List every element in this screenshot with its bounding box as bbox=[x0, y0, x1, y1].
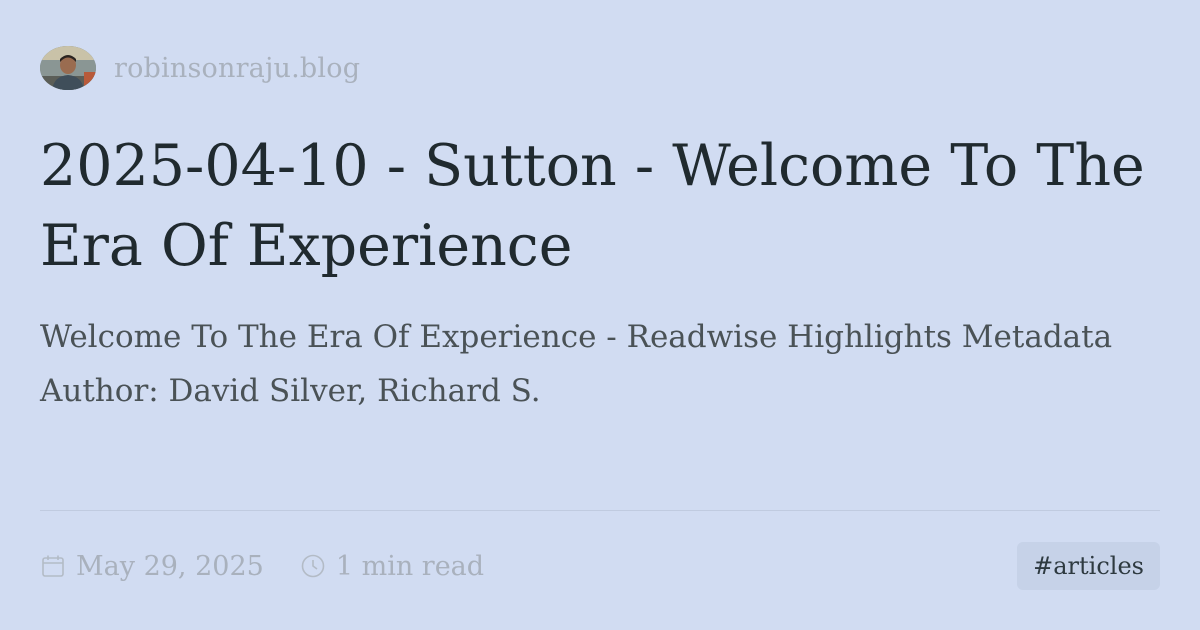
post-meta-footer: May 29, 2025 1 min read #articles bbox=[40, 540, 1160, 592]
author-avatar bbox=[40, 46, 96, 90]
site-header: robinsonraju.blog bbox=[40, 44, 1160, 92]
site-name[interactable]: robinsonraju.blog bbox=[114, 53, 360, 84]
footer-divider bbox=[40, 510, 1160, 511]
clock-icon bbox=[300, 553, 326, 579]
post-date-text: May 29, 2025 bbox=[76, 550, 264, 582]
og-card: robinsonraju.blog 2025-04-10 - Sutton - … bbox=[0, 0, 1200, 630]
post-date: May 29, 2025 bbox=[40, 551, 264, 582]
tag-articles[interactable]: #articles bbox=[1017, 542, 1160, 590]
read-time: 1 min read bbox=[300, 551, 484, 582]
read-time-text: 1 min read bbox=[335, 550, 485, 582]
post-title: 2025-04-10 - Sutton - Welcome To The Era… bbox=[40, 133, 1145, 279]
calendar-icon bbox=[40, 553, 66, 579]
post-description: Welcome To The Era Of Experience - Readw… bbox=[40, 319, 1113, 409]
